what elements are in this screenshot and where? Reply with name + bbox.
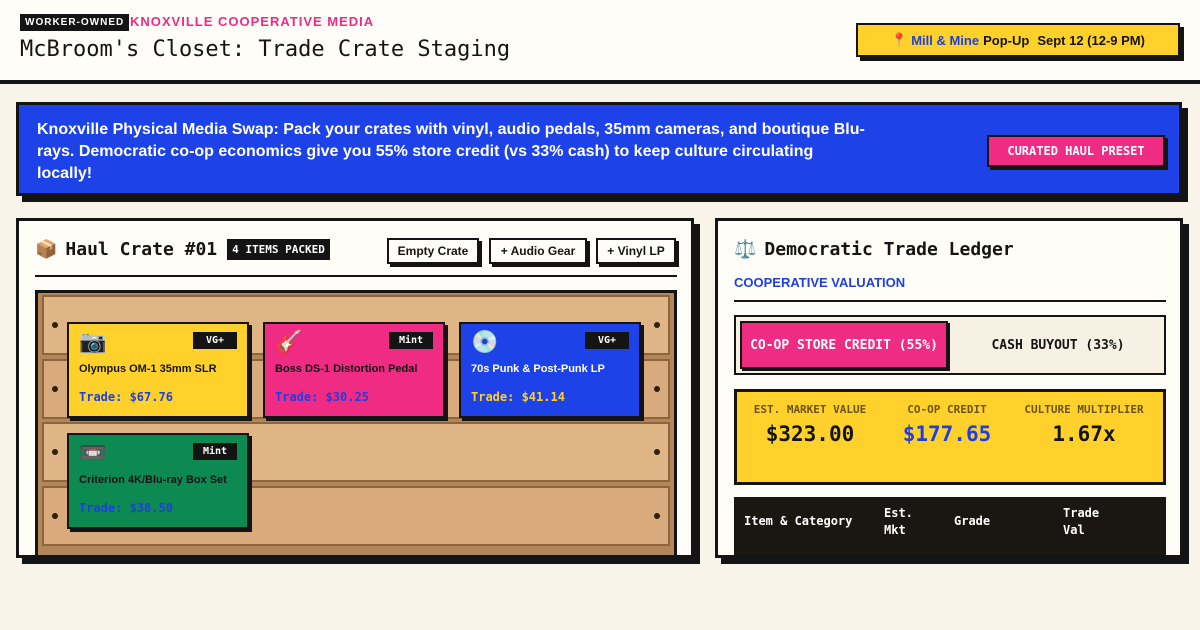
ledger-panel-title: ⚖️ Democratic Trade Ledger [734, 239, 1014, 260]
app-header: WORKER-OWNED KNOXVILLE COOPERATIVE MEDIA… [0, 0, 1200, 84]
col-item-category[interactable]: Item & Category [744, 513, 852, 530]
crate-panel-title: 📦 Haul Crate #01 4 ITEMS PACKED [35, 239, 330, 260]
market-value-stat: EST. MARKET VALUE $323.00 [745, 402, 875, 446]
market-value: $323.00 [765, 422, 855, 446]
item-card-vinyl[interactable]: 💿 VG+ 70s Punk & Post-Punk LP Trade: $41… [459, 322, 641, 418]
add-vinyl-lp-button[interactable]: + Vinyl LP [596, 238, 676, 264]
bolt-icon [654, 449, 660, 455]
org-name: KNOXVILLE COOPERATIVE MEDIA [130, 14, 375, 29]
grade-badge: VG+ [193, 332, 237, 349]
culture-multiplier-stat: CULTURE MULTIPLIER 1.67x [1019, 402, 1149, 446]
crate-area[interactable]: 📷 VG+ Olympus OM-1 35mm SLR Trade: $67.7… [35, 290, 677, 555]
cash-buyout-option[interactable]: CASH BUYOUT (33%) [952, 321, 1164, 369]
ledger-title: Democratic Trade Ledger [764, 239, 1014, 260]
item-name: 70s Punk & Post-Punk LP [471, 363, 605, 375]
popup-venue: Mill & Mine [911, 32, 980, 48]
crate-title: Haul Crate #01 [65, 239, 218, 260]
grade-badge: VG+ [585, 332, 629, 349]
coop-credit-stat: CO-OP CREDIT $177.65 [882, 402, 1012, 446]
page-title: McBroom's Closet: Trade Crate Staging [20, 37, 511, 62]
bolt-icon [52, 449, 58, 455]
item-trade-value: Trade: $41.14 [471, 390, 565, 404]
disc-icon: 💿 [471, 330, 499, 355]
item-name: Boss DS-1 Distortion Pedal [275, 363, 418, 375]
haul-crate-panel: 📦 Haul Crate #01 4 ITEMS PACKED Empty Cr… [16, 218, 694, 558]
bolt-icon [654, 513, 660, 519]
empty-crate-button[interactable]: Empty Crate [387, 238, 479, 264]
bolt-icon [52, 513, 58, 519]
popup-event-badge[interactable]: 📍 Mill & Mine Pop-Up Sept 12 (12-9 PM) [856, 23, 1180, 57]
bolt-icon [654, 322, 660, 328]
bolt-icon [654, 386, 660, 392]
camera-icon: 📷 [79, 330, 107, 355]
pin-icon: 📍 [891, 32, 908, 47]
worker-owned-tag: WORKER-OWNED [20, 14, 130, 31]
promo-banner: Knoxville Physical Media Swap: Pack your… [16, 102, 1182, 196]
items-packed-badge: 4 ITEMS PACKED [227, 239, 330, 260]
item-trade-value: Trade: $30.25 [275, 390, 369, 404]
bolt-icon [52, 386, 58, 392]
package-icon: 📦 [35, 239, 58, 260]
item-name: Olympus OM-1 35mm SLR [79, 363, 217, 375]
item-card-pedal[interactable]: 🎸 Mint Boss DS-1 Distortion Pedal Trade:… [263, 322, 445, 418]
culture-multiplier-value: 1.67x [1052, 422, 1116, 446]
cassette-icon: 📼 [79, 441, 107, 466]
banner-text: Knoxville Physical Media Swap: Pack your… [37, 121, 865, 182]
item-card-bluray[interactable]: 📼 Mint Criterion 4K/Blu-ray Box Set Trad… [67, 433, 249, 529]
divider [35, 275, 677, 277]
item-trade-value: Trade: $38.50 [79, 501, 173, 515]
scales-icon: ⚖️ [734, 239, 757, 260]
ledger-subtitle: COOPERATIVE VALUATION [734, 275, 906, 290]
grade-badge: Mint [389, 332, 433, 349]
divider [734, 300, 1166, 302]
bolt-icon [52, 322, 58, 328]
item-trade-value: Trade: $67.76 [79, 390, 173, 404]
col-grade[interactable]: Grade [954, 513, 990, 530]
popup-label: Pop-Up [983, 32, 1030, 48]
ledger-table-header: Item & Category Est. Mkt Grade Trade Val [734, 497, 1166, 555]
coop-credit-label: CO-OP CREDIT [907, 403, 987, 416]
coop-credit-value: $177.65 [902, 422, 992, 446]
add-audio-gear-button[interactable]: + Audio Gear [489, 238, 587, 264]
curated-haul-preset-button[interactable]: CURATED HAUL PRESET [987, 135, 1165, 167]
col-trade-val[interactable]: Trade Val [1063, 505, 1111, 539]
item-card-camera[interactable]: 📷 VG+ Olympus OM-1 35mm SLR Trade: $67.7… [67, 322, 249, 418]
valuation-stats: EST. MARKET VALUE $323.00 CO-OP CREDIT $… [734, 389, 1166, 485]
guitar-icon: 🎸 [275, 330, 303, 355]
payout-toggle: CO-OP STORE CREDIT (55%) CASH BUYOUT (33… [734, 315, 1166, 375]
culture-multiplier-label: CULTURE MULTIPLIER [1024, 403, 1144, 416]
item-name: Criterion 4K/Blu-ray Box Set [79, 474, 227, 486]
col-est-mkt[interactable]: Est. Mkt [884, 505, 932, 539]
coop-store-credit-option[interactable]: CO-OP STORE CREDIT (55%) [740, 321, 948, 369]
trade-ledger-panel: ⚖️ Democratic Trade Ledger COOPERATIVE V… [715, 218, 1183, 558]
grade-badge: Mint [193, 443, 237, 460]
popup-date: Sept 12 (12-9 PM) [1037, 32, 1145, 48]
market-value-label: EST. MARKET VALUE [753, 403, 867, 416]
